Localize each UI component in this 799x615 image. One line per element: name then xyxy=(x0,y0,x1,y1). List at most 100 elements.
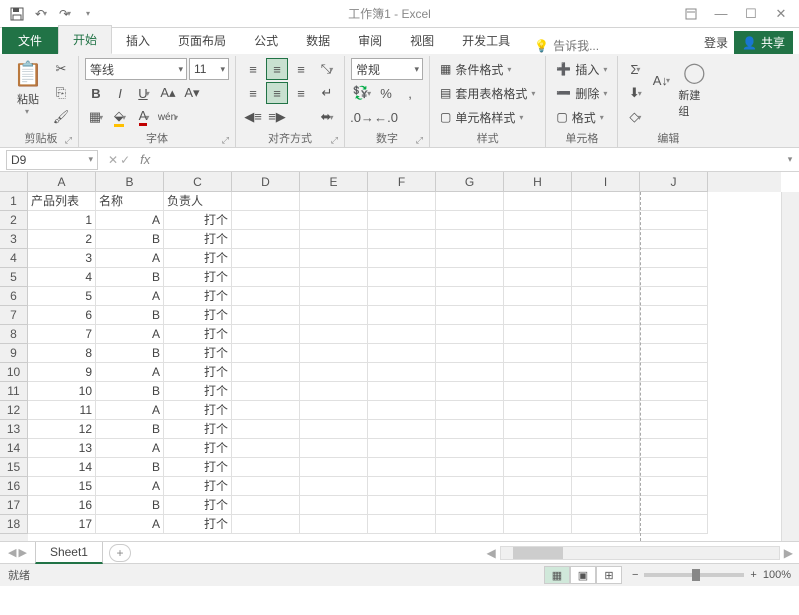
row-header[interactable]: 18 xyxy=(0,515,28,534)
cell[interactable]: 打个 xyxy=(164,230,232,249)
hscroll-right-icon[interactable]: ▶ xyxy=(784,546,793,560)
close-icon[interactable]: ✕ xyxy=(769,4,793,24)
cell[interactable] xyxy=(640,382,708,401)
clear-icon[interactable]: ◇▾ xyxy=(624,106,646,128)
cell[interactable] xyxy=(640,458,708,477)
bold-button[interactable]: B xyxy=(85,82,107,104)
tab-review[interactable]: 审阅 xyxy=(344,27,396,54)
cell-styles-button[interactable]: ▢单元格样式▾ xyxy=(436,106,539,128)
tab-view[interactable]: 视图 xyxy=(396,27,448,54)
number-launcher-icon[interactable]: ⤢ xyxy=(416,135,423,146)
paste-button[interactable]: 📋 粘贴 ▾ xyxy=(10,58,46,118)
tab-formulas[interactable]: 公式 xyxy=(240,27,292,54)
row-header[interactable]: 4 xyxy=(0,249,28,268)
italic-button[interactable]: I xyxy=(109,82,131,104)
cell[interactable] xyxy=(232,230,300,249)
percent-icon[interactable]: % xyxy=(375,82,397,104)
cell[interactable] xyxy=(572,439,640,458)
cell[interactable]: 1 xyxy=(28,211,96,230)
accounting-icon[interactable]: 💱▾ xyxy=(351,82,373,104)
cell[interactable] xyxy=(436,306,504,325)
cell[interactable] xyxy=(300,458,368,477)
column-header[interactable]: J xyxy=(640,172,708,192)
cell[interactable] xyxy=(300,287,368,306)
cell[interactable] xyxy=(368,192,436,211)
cell[interactable] xyxy=(232,477,300,496)
cell[interactable] xyxy=(436,458,504,477)
cell[interactable] xyxy=(232,268,300,287)
cell[interactable] xyxy=(572,401,640,420)
comma-icon[interactable]: , xyxy=(399,82,421,104)
cell[interactable] xyxy=(232,344,300,363)
cell[interactable] xyxy=(232,515,300,534)
fill-icon[interactable]: ⬇▾ xyxy=(624,82,646,104)
cell[interactable] xyxy=(232,325,300,344)
cell[interactable] xyxy=(436,420,504,439)
cell[interactable] xyxy=(504,230,572,249)
cell[interactable]: 负责人 xyxy=(164,192,232,211)
row-header[interactable]: 2 xyxy=(0,211,28,230)
merge-icon[interactable]: ⬌▾ xyxy=(316,106,338,128)
cell[interactable] xyxy=(640,477,708,496)
row-header[interactable]: 3 xyxy=(0,230,28,249)
minimize-icon[interactable]: — xyxy=(709,4,733,24)
expand-formula-bar-icon[interactable]: ▾ xyxy=(781,154,799,165)
cell[interactable] xyxy=(572,477,640,496)
cell[interactable] xyxy=(232,249,300,268)
cell[interactable]: 8 xyxy=(28,344,96,363)
cancel-formula-icon[interactable]: ✕ xyxy=(108,153,118,167)
vertical-scrollbar[interactable] xyxy=(781,192,799,541)
cell[interactable]: 打个 xyxy=(164,477,232,496)
shrink-font-icon[interactable]: A▾ xyxy=(181,82,203,104)
cell[interactable]: 9 xyxy=(28,363,96,382)
accept-formula-icon[interactable]: ✓ xyxy=(120,153,130,167)
hscroll-left-icon[interactable]: ◀ xyxy=(487,546,496,560)
cell[interactable] xyxy=(300,249,368,268)
undo-icon[interactable]: ↶▾ xyxy=(30,3,52,25)
cell[interactable]: 6 xyxy=(28,306,96,325)
cell[interactable] xyxy=(232,363,300,382)
cell[interactable]: 打个 xyxy=(164,496,232,515)
cell[interactable] xyxy=(300,325,368,344)
conditional-format-button[interactable]: ▦条件格式▾ xyxy=(436,58,539,80)
cell[interactable]: 10 xyxy=(28,382,96,401)
cell[interactable]: A xyxy=(96,211,164,230)
column-header[interactable]: A xyxy=(28,172,96,192)
format-painter-icon[interactable]: 🖌 xyxy=(50,106,72,128)
row-header[interactable]: 7 xyxy=(0,306,28,325)
tab-data[interactable]: 数据 xyxy=(292,27,344,54)
cell[interactable] xyxy=(232,306,300,325)
cell[interactable] xyxy=(436,344,504,363)
cell[interactable] xyxy=(572,211,640,230)
cell[interactable] xyxy=(572,363,640,382)
cell[interactable]: A xyxy=(96,249,164,268)
cell[interactable]: 3 xyxy=(28,249,96,268)
indent-decrease-icon[interactable]: ◀≡ xyxy=(242,106,264,128)
cell[interactable] xyxy=(640,420,708,439)
cell[interactable]: 打个 xyxy=(164,515,232,534)
cell[interactable] xyxy=(572,249,640,268)
cell[interactable]: 打个 xyxy=(164,439,232,458)
column-header[interactable]: I xyxy=(572,172,640,192)
column-header[interactable]: D xyxy=(232,172,300,192)
cell[interactable] xyxy=(368,344,436,363)
orientation-icon[interactable]: ⤡▾ xyxy=(316,58,338,80)
decrease-decimal-icon[interactable]: ←.0 xyxy=(375,106,397,128)
cell[interactable] xyxy=(504,306,572,325)
page-layout-view-icon[interactable]: ▣ xyxy=(570,566,596,584)
cell[interactable] xyxy=(640,325,708,344)
cell[interactable] xyxy=(300,496,368,515)
cell[interactable]: A xyxy=(96,401,164,420)
cell[interactable] xyxy=(504,211,572,230)
cell[interactable]: B xyxy=(96,496,164,515)
cell[interactable] xyxy=(368,382,436,401)
cell[interactable] xyxy=(572,325,640,344)
underline-button[interactable]: U▾ xyxy=(133,82,155,104)
clipboard-launcher-icon[interactable]: ⤢ xyxy=(65,135,72,146)
cell[interactable] xyxy=(436,515,504,534)
cell[interactable]: 13 xyxy=(28,439,96,458)
cell[interactable] xyxy=(504,515,572,534)
cell[interactable] xyxy=(436,496,504,515)
cell[interactable] xyxy=(300,268,368,287)
formula-input[interactable] xyxy=(156,150,781,170)
